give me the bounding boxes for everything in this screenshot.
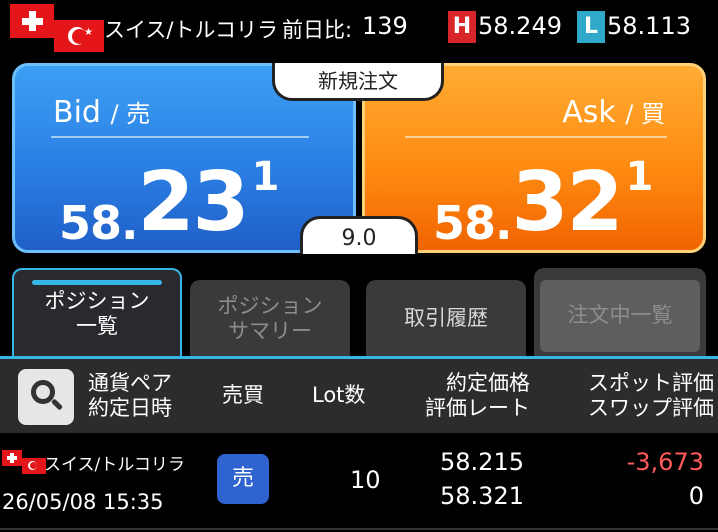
bid-divider <box>51 136 309 138</box>
currency-pair-flags: ★ <box>10 4 104 52</box>
row-datetime: 26/05/08 15:35 <box>2 490 164 514</box>
row-exec-price: 58.215 <box>440 448 524 476</box>
tab-position-list[interactable]: ポジション 一覧 <box>12 268 182 358</box>
spread-value: 9.0 <box>300 216 418 254</box>
position-tabs: ポジション 一覧 ポジション サマリー 取引履歴 注文中一覧 <box>0 268 718 358</box>
col-header-side: 売買 <box>222 383 264 407</box>
swiss-flag-icon <box>10 4 54 38</box>
low-badge: L <box>577 11 605 43</box>
table-row[interactable]: スイス/トルコリラ 26/05/08 15:35 売 10 58.215 58.… <box>0 434 718 532</box>
row-side-badge: 売 <box>217 454 269 504</box>
row-pair-flags <box>2 450 46 478</box>
turkey-flag-icon <box>22 458 46 474</box>
header-bar: ★ スイス/トルコリラ 前日比: 139 H 58.249 L 58.113 <box>0 0 718 56</box>
turkey-flag-icon: ★ <box>54 20 104 52</box>
row-pair-name: スイス/トルコリラ <box>44 455 185 475</box>
bid-price: 58. 23 1 <box>59 154 280 250</box>
col-header-price: 約定価格 評価レート <box>425 371 530 421</box>
ask-title: Ask / 買 <box>562 95 665 130</box>
ask-price: 58. 32 1 <box>433 154 654 250</box>
currency-pair-name[interactable]: スイス/トルコリラ <box>104 14 278 44</box>
table-header: 通貨ペア 約定日時 売買 Lot数 約定価格 評価レート スポット評価 スワップ評価 <box>0 359 718 433</box>
search-button[interactable] <box>18 369 74 425</box>
row-lot: 10 <box>350 466 381 494</box>
col-header-lot: Lot数 <box>312 383 366 407</box>
row-spot-eval: -3,673 <box>626 448 704 476</box>
col-header-eval: スポット評価 スワップ評価 <box>588 371 714 421</box>
tab-position-summary[interactable]: ポジション サマリー <box>190 280 350 358</box>
row-swap-eval: 0 <box>688 482 704 510</box>
day-change-value: 139 <box>362 12 408 40</box>
high-badge: H <box>448 11 476 43</box>
tab-open-orders[interactable]: 注文中一覧 <box>534 268 706 358</box>
row-eval-rate: 58.321 <box>440 482 524 510</box>
col-header-pair: 通貨ペア 約定日時 <box>88 371 172 421</box>
new-order-button[interactable]: 新規注文 <box>272 63 444 101</box>
day-change-label: 前日比: <box>282 18 353 42</box>
ask-divider <box>405 136 667 138</box>
low-value: 58.113 <box>607 12 691 40</box>
bid-title: Bid / 売 <box>53 95 151 130</box>
high-value: 58.249 <box>478 12 562 40</box>
row-divider <box>0 528 718 530</box>
swiss-flag-icon <box>2 450 22 466</box>
tab-trade-history[interactable]: 取引履歴 <box>366 280 526 358</box>
